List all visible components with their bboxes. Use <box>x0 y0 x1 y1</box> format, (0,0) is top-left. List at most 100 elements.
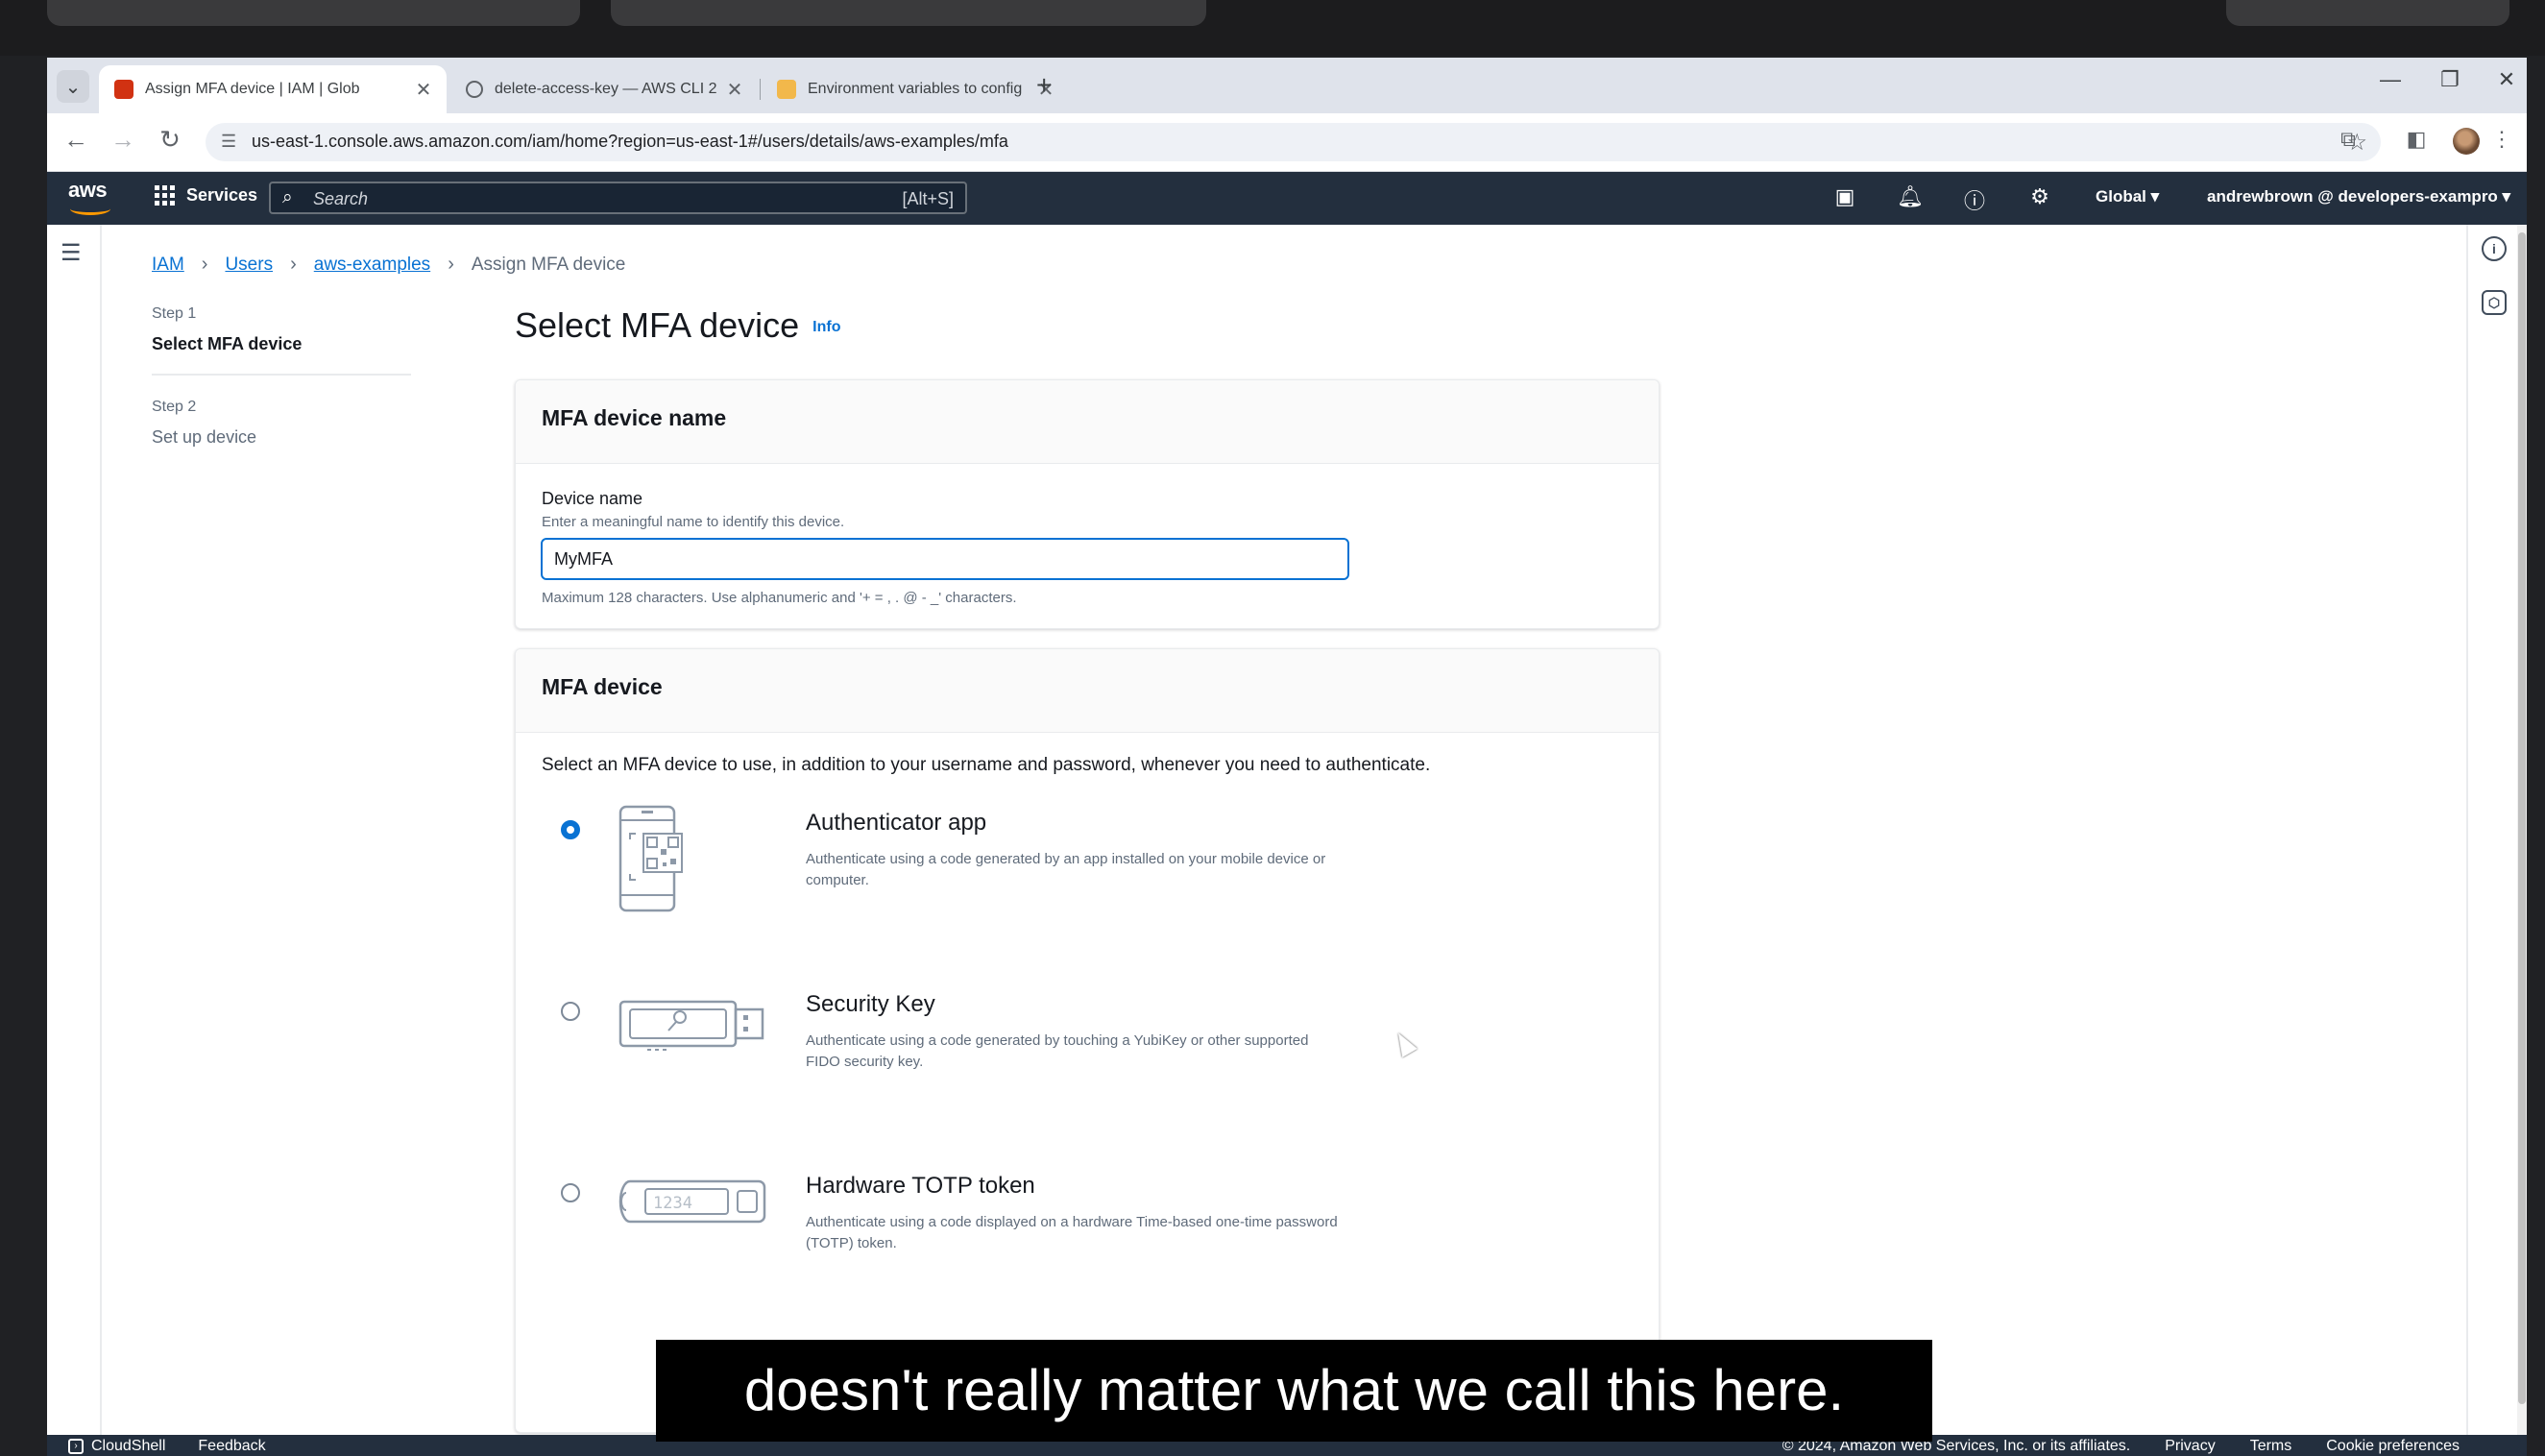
breadcrumb-iam[interactable]: IAM <box>152 255 184 276</box>
usb-key-icon <box>618 1000 764 1051</box>
device-name-card: MFA device name Device name Enter a mean… <box>515 379 1660 629</box>
globe-icon <box>466 81 483 98</box>
right-tools-rail: i ⬡ <box>2466 225 2519 1435</box>
forward-icon[interactable]: → <box>106 125 140 155</box>
mfa-intro-text: Select an MFA device to use, in addition… <box>542 755 1431 775</box>
grid-icon <box>155 185 175 206</box>
search-icon: ⌕ <box>282 187 293 207</box>
browser-menu-icon[interactable]: ⋮ <box>2486 127 2517 152</box>
card-header: MFA device <box>516 649 1659 733</box>
site-info-icon[interactable]: ☰ <box>221 132 236 152</box>
os-taskbar-pill <box>47 0 580 26</box>
device-name-description: Enter a meaningful name to identify this… <box>542 514 845 530</box>
restore-icon[interactable]: ❐ <box>2431 67 2469 92</box>
step-2-label: Step 2 <box>152 399 197 415</box>
privacy-link[interactable]: Privacy <box>2165 1438 2215 1455</box>
cloudshell-icon: › <box>68 1439 84 1454</box>
new-tab-icon[interactable]: + <box>1036 71 1052 100</box>
services-label: Services <box>186 185 258 205</box>
settings-gear-icon[interactable]: ⚙ <box>2024 184 2056 209</box>
step-divider <box>152 374 411 376</box>
phone-qr-icon <box>618 805 683 912</box>
option-title: Security Key <box>806 991 935 1017</box>
os-taskbar-pill <box>2226 0 2509 26</box>
option-description: Authenticate using a code displayed on a… <box>806 1214 1338 1251</box>
close-window-icon[interactable]: ✕ <box>2487 67 2526 92</box>
aws-top-nav: aws Services ⌕ Search [Alt+S] ▣ 🔔︎ ⓘ ⚙ G… <box>47 172 2527 225</box>
footer-left: › CloudShell Feedback <box>68 1438 266 1455</box>
tab-separator <box>760 79 761 100</box>
option-description: Authenticate using a code generated by a… <box>806 851 1326 888</box>
breadcrumb-user[interactable]: aws-examples <box>314 255 430 276</box>
device-name-label: Device name <box>542 489 643 508</box>
info-panel-icon[interactable]: i <box>2482 236 2507 261</box>
tools-hex-icon[interactable]: ⬡ <box>2482 290 2507 315</box>
radio-authenticator-app[interactable] <box>561 820 580 839</box>
mfa-option-security-key[interactable]: Security Key Authenticate using a code g… <box>542 991 1406 1130</box>
region-selector[interactable]: Global ▾ <box>2096 187 2159 206</box>
terms-link[interactable]: Terms <box>2250 1438 2292 1455</box>
reload-icon[interactable]: ↻ <box>153 125 187 155</box>
profile-avatar[interactable] <box>2453 128 2480 155</box>
radio-hardware-totp[interactable] <box>561 1183 580 1202</box>
side-panel-icon[interactable]: ◧ <box>2401 127 2432 152</box>
aws-favicon-icon <box>114 80 133 99</box>
card-heading: MFA device <box>542 674 663 699</box>
browser-tab[interactable]: delete-access-key — AWS CLI 2 ✕ <box>450 65 758 113</box>
url-bar[interactable]: ☰ us-east-1.console.aws.amazon.com/iam/h… <box>206 123 2381 161</box>
tab-strip: ⌄ Assign MFA device | IAM | Glob ✕ delet… <box>47 58 2527 113</box>
step-1-name: Select MFA device <box>152 334 303 353</box>
tab-title: delete-access-key — AWS CLI 2 <box>495 81 717 97</box>
token-display-text: 1234 <box>653 1194 692 1213</box>
totp-token-icon: 1234 <box>618 1179 766 1224</box>
aws-search-input[interactable]: ⌕ Search [Alt+S] <box>269 182 967 214</box>
os-top-strip <box>0 0 2545 56</box>
os-taskbar-pill <box>611 0 1206 26</box>
option-title: Hardware TOTP token <box>806 1173 1035 1199</box>
help-icon[interactable]: ⓘ <box>1958 184 1991 215</box>
radio-security-key[interactable] <box>561 1002 580 1021</box>
tab-search-icon[interactable]: ⌄ <box>57 70 89 103</box>
browser-window: ⌄ Assign MFA device | IAM | Glob ✕ delet… <box>47 58 2527 1456</box>
back-icon[interactable]: ← <box>59 125 93 155</box>
hamburger-menu-icon[interactable]: ☰ <box>61 239 82 267</box>
card-header: MFA device name <box>516 380 1659 464</box>
mfa-option-authenticator-app[interactable]: Authenticator app Authenticate using a c… <box>542 805 1406 949</box>
chevron-right-icon: › <box>201 254 208 275</box>
chevron-right-icon: › <box>290 254 297 275</box>
mfa-device-card: MFA device Select an MFA device to use, … <box>515 648 1660 1433</box>
feedback-link[interactable]: Feedback <box>198 1438 265 1455</box>
notifications-bell-icon[interactable]: 🔔︎ <box>1894 184 1927 209</box>
device-name-input[interactable] <box>541 538 1349 580</box>
url-text: us-east-1.console.aws.amazon.com/iam/hom… <box>252 132 1008 151</box>
services-menu-button[interactable]: Services <box>155 185 257 206</box>
close-tab-icon[interactable]: ✕ <box>410 78 437 102</box>
video-caption: doesn't really matter what we call this … <box>656 1340 1932 1442</box>
card-heading: MFA device name <box>542 405 727 430</box>
page-title: Select MFA device Info <box>515 305 840 346</box>
wizard-steps: Step 1 Select MFA device Step 2 Set up d… <box>152 305 411 448</box>
mfa-option-hardware-totp[interactable]: 1234 Hardware TOTP token Authenticate us… <box>542 1173 1406 1312</box>
left-nav-rail: ☰ <box>47 225 102 1435</box>
search-placeholder: Search <box>313 189 369 208</box>
info-link[interactable]: Info <box>812 319 840 335</box>
search-shortcut: [Alt+S] <box>902 189 954 208</box>
cookie-preferences-link[interactable]: Cookie preferences <box>2326 1438 2460 1455</box>
close-tab-icon[interactable]: ✕ <box>721 78 748 102</box>
aws-logo[interactable]: aws <box>68 178 114 218</box>
step-1-label: Step 1 <box>152 305 197 322</box>
extensions-icon[interactable]: ⧉ <box>2333 127 2363 152</box>
page-scrollbar[interactable] <box>2517 225 2527 1435</box>
device-name-constraint: Maximum 128 characters. Use alphanumeric… <box>542 590 1017 606</box>
cloudshell-icon[interactable]: ▣ <box>1829 184 1861 209</box>
browser-tab-active[interactable]: Assign MFA device | IAM | Glob ✕ <box>99 65 447 113</box>
chevron-right-icon: › <box>448 254 454 275</box>
page-title-text: Select MFA device <box>515 305 800 345</box>
cloudshell-link[interactable]: CloudShell <box>91 1438 165 1455</box>
account-menu[interactable]: andrewbrown @ developers-exampro ▾ <box>2207 187 2510 206</box>
breadcrumb-users[interactable]: Users <box>225 255 273 276</box>
tab-title: Assign MFA device | IAM | Glob <box>145 81 360 97</box>
tab-title: Environment variables to config <box>808 81 1023 97</box>
browser-tab[interactable]: Environment variables to config ✕ <box>762 65 1069 113</box>
minimize-icon[interactable]: — <box>2371 67 2410 92</box>
